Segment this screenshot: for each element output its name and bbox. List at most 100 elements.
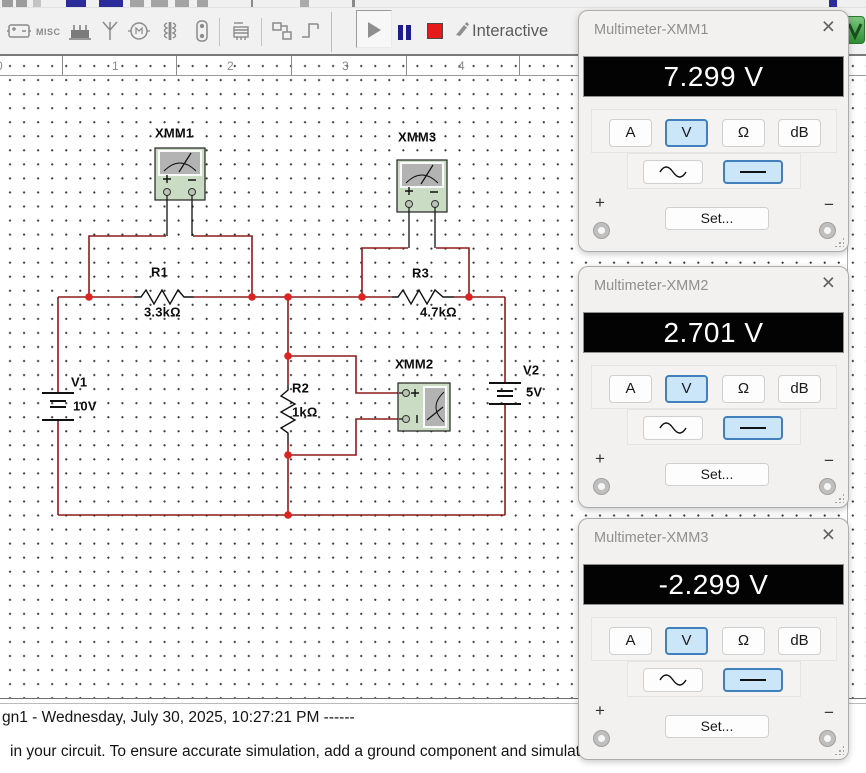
placed-part-icon[interactable] <box>7 19 31 43</box>
dc-mode-button[interactable] <box>723 416 783 440</box>
transformer-icon[interactable] <box>158 19 182 43</box>
ampere-button[interactable]: A <box>609 375 652 403</box>
component-value-r3[interactable]: 4.7kΩ <box>420 305 457 320</box>
misc-components-button[interactable]: MISC <box>36 27 61 37</box>
multimeter-window-xmm2[interactable]: Multimeter-XMM2 × 2.701 V A V Ω dB + − S… <box>578 266 849 508</box>
toolbar-remnant <box>0 0 866 8</box>
set-button[interactable]: Set... <box>665 207 769 230</box>
component-label-v2[interactable]: V2 <box>523 363 539 378</box>
pause-simulation-button[interactable] <box>398 25 403 40</box>
ac-mode-button[interactable] <box>643 416 703 440</box>
motor-icon[interactable] <box>127 19 151 43</box>
component-label-r3[interactable]: R3 <box>412 266 429 281</box>
pause-icon[interactable] <box>406 25 411 40</box>
reading-display: -2.299 V <box>583 564 844 605</box>
component-label-v1[interactable]: V1 <box>71 375 87 390</box>
reading-value: 2.701 V <box>663 317 763 348</box>
component-value-r2[interactable]: 1kΩ <box>292 405 317 420</box>
volt-button[interactable]: V <box>665 627 708 655</box>
reading-display: 2.701 V <box>583 312 844 353</box>
dc-line-icon <box>740 427 766 429</box>
component-label-xmm2[interactable]: XMM2 <box>395 357 433 372</box>
positive-terminal-label: + <box>595 449 605 469</box>
ic-icon[interactable] <box>190 19 214 43</box>
decibel-button[interactable]: dB <box>778 375 821 403</box>
negative-terminal-icon <box>819 730 836 747</box>
toolbar-remnant <box>300 0 309 7</box>
ladder-diagram-icon[interactable] <box>298 19 322 43</box>
close-icon[interactable]: × <box>822 271 835 294</box>
sine-wave-icon <box>658 673 688 687</box>
simulation-warning: in your circuit. To ensure accurate simu… <box>10 743 635 761</box>
dc-mode-button[interactable] <box>723 160 783 184</box>
component-value-v1[interactable]: 10V <box>73 399 97 414</box>
negative-terminal-label: − <box>824 703 834 723</box>
adj-component-icon[interactable] <box>229 19 253 43</box>
negative-terminal-icon <box>819 222 836 239</box>
multimeter-xmm2-symbol[interactable] <box>398 383 450 431</box>
resize-grip[interactable] <box>834 237 844 247</box>
window-title: Multimeter-XMM2 <box>594 278 708 294</box>
resistor-r1[interactable] <box>134 290 194 304</box>
ampere-button[interactable]: A <box>609 119 652 147</box>
reading-value: -2.299 V <box>659 569 769 600</box>
resistor-r3[interactable] <box>392 290 454 304</box>
volt-button[interactable]: V <box>665 119 708 147</box>
multimeter-window-xmm3[interactable]: Multimeter-XMM3 × -2.299 V A V Ω dB + − … <box>578 518 849 760</box>
ac-mode-button[interactable] <box>643 668 703 692</box>
component-label-r2[interactable]: R2 <box>292 381 309 396</box>
wires[interactable] <box>58 236 505 515</box>
close-icon[interactable]: × <box>822 523 835 546</box>
play-icon <box>368 22 381 38</box>
component-label-xmm3[interactable]: XMM3 <box>398 130 436 145</box>
component-value-v2[interactable]: 5V <box>526 385 542 400</box>
interactive-mode-label[interactable]: Interactive <box>472 22 548 41</box>
multimeter-xmm3-symbol[interactable] <box>397 160 447 248</box>
decibel-button[interactable]: dB <box>778 627 821 655</box>
toolbar-remnant <box>130 0 144 7</box>
component-label-r1[interactable]: R1 <box>151 265 168 280</box>
decibel-button[interactable]: dB <box>778 119 821 147</box>
close-icon[interactable]: × <box>822 15 835 38</box>
negative-terminal-icon <box>819 478 836 495</box>
multimeter-xmm1-symbol[interactable] <box>155 148 205 236</box>
negative-terminal-label: − <box>824 451 834 471</box>
component-value-r1[interactable]: 3.3kΩ <box>144 305 181 320</box>
negative-terminal-label: − <box>824 195 834 215</box>
component-label-xmm1[interactable]: XMM1 <box>155 126 193 141</box>
ohm-button[interactable]: Ω <box>722 375 765 403</box>
battery-v2[interactable] <box>489 383 521 404</box>
dc-line-icon <box>740 679 766 681</box>
antenna-icon[interactable] <box>98 19 122 43</box>
simulation-timestamp: gn1 - Wednesday, July 30, 2025, 10:27:21… <box>2 709 355 727</box>
positive-terminal-icon <box>593 478 610 495</box>
positive-terminal-icon <box>593 222 610 239</box>
ampere-button[interactable]: A <box>609 627 652 655</box>
toolbar-remnant <box>352 0 355 7</box>
window-title: Multimeter-XMM1 <box>594 22 708 38</box>
dc-mode-button[interactable] <box>723 668 783 692</box>
ohm-button[interactable]: Ω <box>722 627 765 655</box>
hierarchical-block-icon[interactable] <box>270 19 294 43</box>
pencil-icon <box>454 21 470 37</box>
set-button[interactable]: Set... <box>665 715 769 738</box>
resize-grip[interactable] <box>834 493 844 503</box>
dc-line-icon <box>740 171 766 173</box>
ac-mode-button[interactable] <box>643 160 703 184</box>
reading-value: 7.299 V <box>663 61 763 92</box>
stop-simulation-button[interactable] <box>427 23 443 39</box>
toolbar-remnant <box>175 0 189 7</box>
resize-grip[interactable] <box>834 745 844 755</box>
multimeter-window-xmm1[interactable]: Multimeter-XMM1 × 7.299 V A V Ω dB + − S… <box>578 10 849 252</box>
toolbar-remnant <box>99 0 123 7</box>
window-title: Multimeter-XMM3 <box>594 530 708 546</box>
toolbar-remnant <box>66 0 86 7</box>
ohm-button[interactable]: Ω <box>722 119 765 147</box>
run-simulation-button[interactable] <box>356 10 392 48</box>
connector-icon[interactable] <box>68 19 92 43</box>
set-button[interactable]: Set... <box>665 463 769 486</box>
volt-button[interactable]: V <box>665 375 708 403</box>
toolbar-remnant <box>251 0 253 7</box>
battery-v1[interactable] <box>42 393 74 420</box>
toolbar-remnant <box>197 0 208 7</box>
